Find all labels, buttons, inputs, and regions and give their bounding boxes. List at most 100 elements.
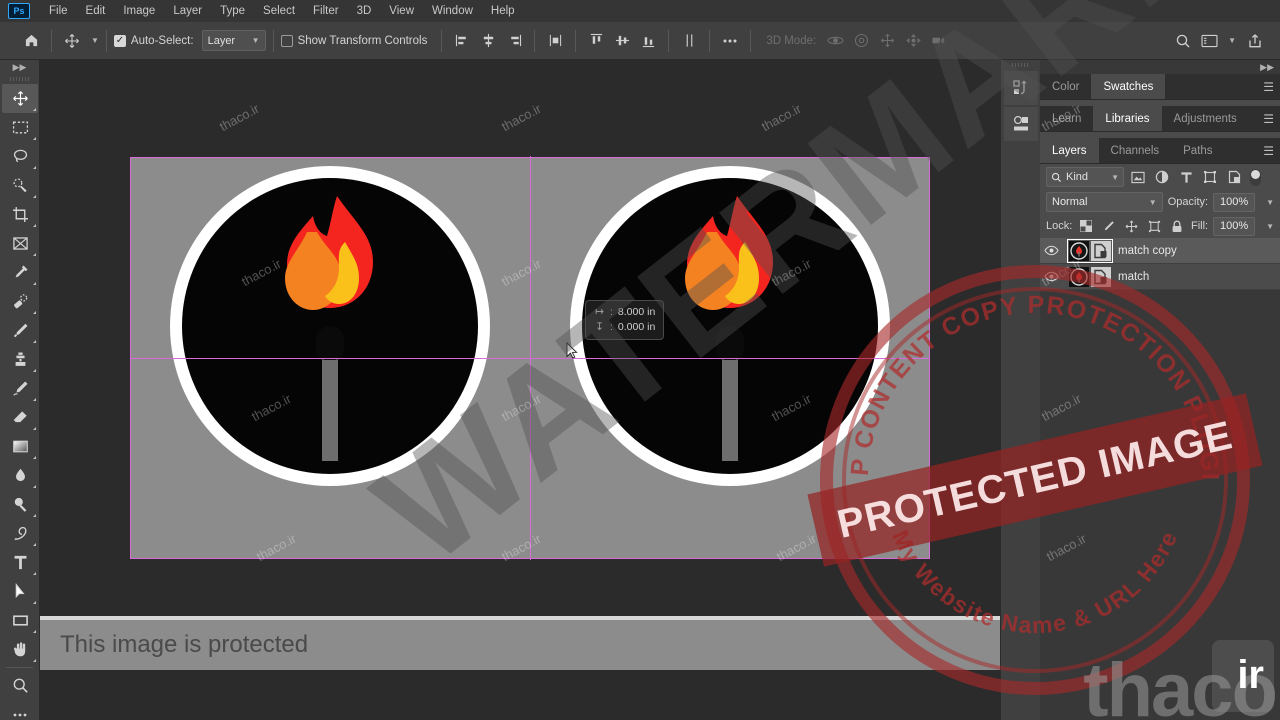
history-brush-tool[interactable] [2,374,38,403]
panel-menu-icon[interactable]: ☰ [1263,81,1274,93]
camera-3d-icon[interactable] [926,28,952,54]
type-tool[interactable] [2,548,38,577]
match-artwork-left[interactable] [170,166,490,486]
workspace-switcher-icon[interactable] [1196,28,1222,54]
layer-filter-kind-select[interactable]: Kind ▼ [1046,167,1124,187]
search-icon[interactable] [1170,28,1196,54]
collapse-panels-icon[interactable]: ▶▶ [1040,60,1280,74]
filter-smart-objects-icon[interactable] [1224,167,1244,187]
collapse-panel-icon[interactable]: ▶▶ [0,60,39,74]
align-horizontal-centers-icon[interactable] [475,28,501,54]
dock-collapse-icon[interactable] [1001,60,1040,69]
path-selection-tool[interactable] [2,577,38,606]
tab-layers[interactable]: Layers [1040,138,1099,163]
blur-droplet-tool[interactable] [2,461,38,490]
edit-toolbar-icon[interactable] [2,700,38,720]
move-tool[interactable] [2,84,38,113]
zoom-tool[interactable] [2,671,38,700]
quick-selection-tool[interactable] [2,171,38,200]
pan-3d-icon[interactable] [874,28,900,54]
layer-row-match[interactable]: match [1040,264,1280,290]
opacity-input[interactable]: 100% [1213,192,1256,212]
canvas-area[interactable]: ↦ : 8.000 in ↧ : 0.000 in [40,60,1000,620]
slide-3d-icon[interactable] [900,28,926,54]
lock-artboard-nesting-icon[interactable] [1146,217,1164,235]
menu-help[interactable]: Help [482,2,524,20]
horizontal-guide[interactable] [130,358,930,359]
menu-file[interactable]: File [40,2,77,20]
layer-row-match-copy[interactable]: match copy [1040,238,1280,264]
fill-input[interactable]: 100% [1213,216,1256,236]
fill-chevron-icon[interactable]: ▼ [1266,222,1274,231]
tab-color[interactable]: Color [1040,74,1092,99]
menu-edit[interactable]: Edit [77,2,115,20]
more-options-icon[interactable] [717,28,743,54]
share-icon[interactable] [1242,28,1268,54]
lock-all-icon[interactable] [1168,217,1186,235]
lasso-tool[interactable] [2,142,38,171]
align-top-edges-icon[interactable] [583,28,609,54]
filter-adjustment-layers-icon[interactable] [1152,167,1172,187]
crop-tool[interactable] [2,200,38,229]
tab-swatches[interactable]: Swatches [1091,74,1166,99]
toolbar-grip[interactable] [0,74,39,84]
tab-adjustments[interactable]: Adjustments [1161,106,1249,131]
align-left-edges-icon[interactable] [449,28,475,54]
filter-type-layers-icon[interactable] [1176,167,1196,187]
lock-transparent-pixels-icon[interactable] [1077,217,1095,235]
workspace-chevron-icon[interactable]: ▼ [1228,36,1236,45]
filter-toggle-switch[interactable] [1250,168,1261,186]
rectangle-shape-tool[interactable] [2,606,38,635]
eraser-tool[interactable] [2,403,38,432]
delete-layer-button[interactable] [1252,696,1266,716]
brush-tool[interactable] [2,316,38,345]
eye-visible-icon[interactable] [1040,271,1062,282]
filter-pixel-layers-icon[interactable] [1128,167,1148,187]
tab-learn[interactable]: Learn [1040,106,1094,131]
menu-window[interactable]: Window [423,2,482,20]
menu-view[interactable]: View [380,2,423,20]
distribute-vertical-icon[interactable] [676,28,702,54]
eye-visible-icon[interactable] [1040,245,1062,256]
roll-3d-icon[interactable] [848,28,874,54]
orbit-3d-icon[interactable] [822,28,848,54]
menu-select[interactable]: Select [254,2,304,20]
new-layer-button[interactable] [1223,696,1238,716]
panel-menu-icon[interactable]: ☰ [1263,145,1274,157]
clone-stamp-tool[interactable] [2,345,38,374]
menu-3d[interactable]: 3D [348,2,381,20]
history-panel-button[interactable] [1004,71,1038,105]
lock-image-pixels-icon[interactable] [1100,217,1118,235]
opacity-chevron-icon[interactable]: ▼ [1266,198,1274,207]
pen-tool[interactable] [2,519,38,548]
marquee-tool[interactable] [2,113,38,142]
menu-image[interactable]: Image [114,2,164,20]
layer-thumbnails[interactable] [1068,266,1112,288]
menu-type[interactable]: Type [211,2,254,20]
move-tool-icon[interactable] [59,28,85,54]
panel-menu-icon[interactable]: ☰ [1263,113,1274,125]
lock-position-icon[interactable] [1123,217,1141,235]
eyedropper-tool[interactable] [2,258,38,287]
tab-channels[interactable]: Channels [1098,138,1172,163]
tab-paths[interactable]: Paths [1171,138,1225,163]
filter-shape-layers-icon[interactable] [1200,167,1220,187]
dodge-tool[interactable] [2,490,38,519]
spot-healing-brush-tool[interactable] [2,287,38,316]
gradient-tool[interactable] [2,432,38,461]
menu-filter[interactable]: Filter [304,2,348,20]
auto-select-checkbox[interactable]: ✓ [113,34,126,47]
align-right-edges-icon[interactable] [501,28,527,54]
properties-panel-button[interactable] [1004,107,1038,141]
layer-thumbnails[interactable] [1067,238,1113,263]
align-bottom-edges-icon[interactable] [635,28,661,54]
frame-tool[interactable] [2,229,38,258]
auto-select-scope-select[interactable]: Layer ▼ [201,30,266,51]
home-icon[interactable] [18,28,44,54]
menu-layer[interactable]: Layer [164,2,211,20]
move-tool-chevron-icon[interactable]: ▼ [91,36,99,45]
blend-mode-select[interactable]: Normal ▼ [1046,192,1163,212]
align-vertical-centers-icon[interactable] [609,28,635,54]
show-transform-controls-checkbox[interactable] [280,34,293,47]
tab-libraries[interactable]: Libraries [1093,106,1162,131]
